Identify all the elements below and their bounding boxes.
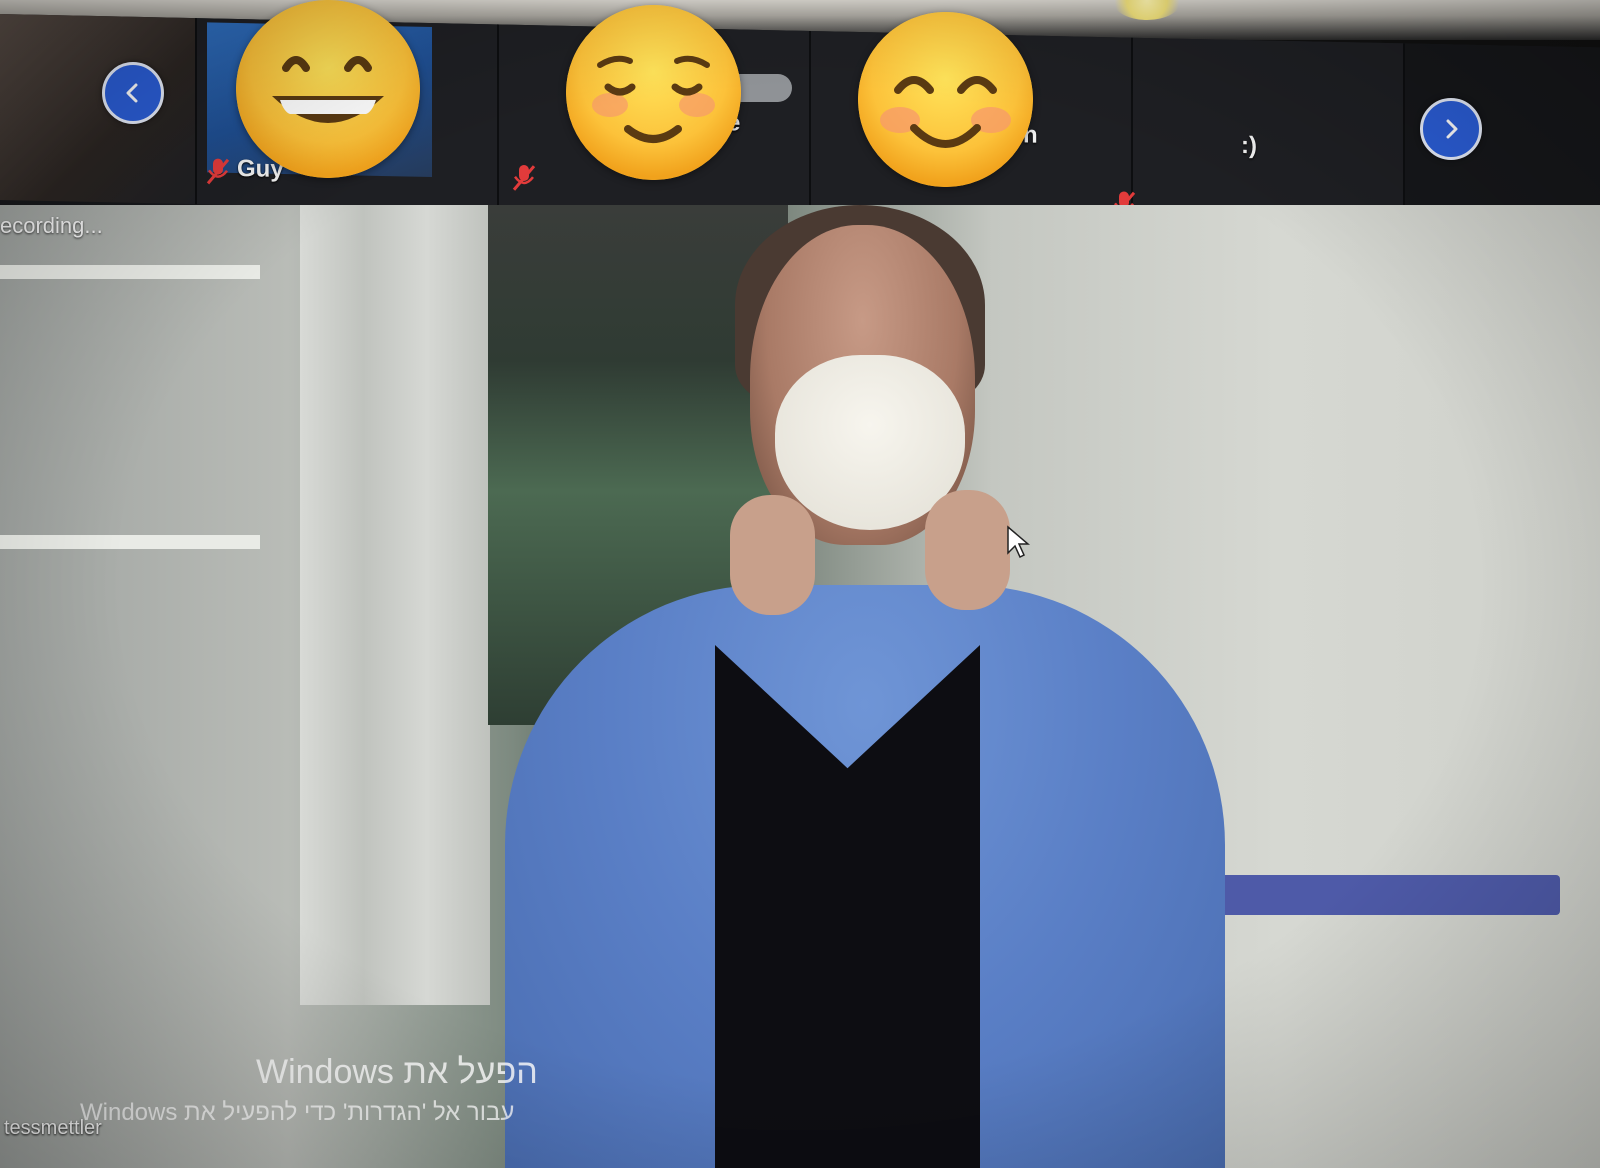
active-speaker-video[interactable]: ecording... הפעל את Windows עבור אל 'הגד… — [0, 205, 1600, 1168]
speaker-name-label: tessmettler — [4, 1117, 102, 1139]
next-page-button[interactable] — [1420, 98, 1482, 160]
background-table — [1210, 875, 1560, 915]
background-shelf — [0, 265, 260, 279]
recording-status: ecording... — [0, 213, 103, 238]
speaker-hand — [925, 490, 1010, 610]
muted-mic-icon — [512, 164, 536, 191]
grinning-face-icon — [236, 0, 420, 178]
mouse-cursor-icon — [1007, 525, 1030, 559]
background-shelf — [0, 535, 260, 549]
speaker-hand — [730, 495, 815, 615]
chevron-right-icon — [1446, 119, 1458, 139]
windows-activation-title: הפעל את Windows — [256, 1053, 538, 1091]
muted-mic-icon — [206, 158, 230, 185]
participant-tile-hidden[interactable] — [0, 14, 197, 205]
windows-activation-subtitle: עבור אל 'הגדרות' כדי להפעיל את Windows — [80, 1099, 515, 1126]
background-curtain — [300, 205, 490, 1005]
smiling-face-icon — [566, 5, 741, 180]
smiling-face-with-smiling-eyes-icon — [858, 12, 1033, 187]
previous-page-button[interactable] — [102, 62, 164, 124]
participant-name-label: :) — [1241, 131, 1257, 160]
chevron-left-icon — [126, 83, 138, 103]
participant-tile-4[interactable]: :) — [1112, 37, 1405, 230]
light-glare — [1112, 0, 1182, 20]
